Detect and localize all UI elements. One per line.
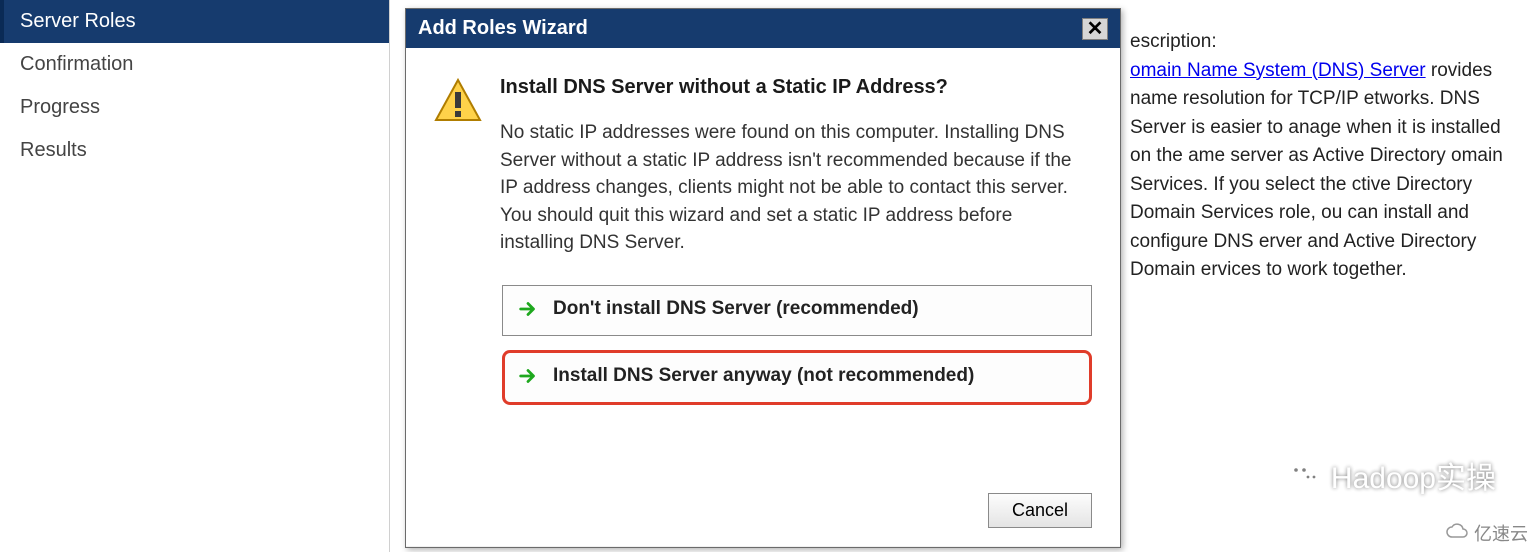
sidebar-item-label: Confirmation (20, 53, 133, 75)
dialog-heading: Install DNS Server without a Static IP A… (500, 76, 1090, 99)
sidebar-item-server-roles[interactable]: Server Roles (0, 0, 389, 43)
choice-dont-install[interactable]: Don't install DNS Server (recommended) (502, 285, 1092, 336)
choice-list: Don't install DNS Server (recommended) I… (502, 285, 1092, 405)
wechat-icon (1287, 457, 1323, 493)
cloud-icon (1446, 523, 1468, 544)
dialog-titlebar[interactable]: Add Roles Wizard ✕ (406, 9, 1120, 48)
close-button[interactable]: ✕ (1082, 18, 1108, 40)
watermark-secondary-text: 亿速云 (1474, 520, 1528, 546)
choice-label: Don't install DNS Server (recommended) (553, 296, 919, 322)
close-icon: ✕ (1087, 16, 1104, 41)
dialog-title-text: Add Roles Wizard (418, 17, 588, 40)
cancel-button[interactable]: Cancel (988, 493, 1092, 528)
add-roles-wizard-dialog: Add Roles Wizard ✕ Install DNS Server wi… (405, 8, 1121, 548)
description-body: rovides name resolution for TCP/IP etwor… (1130, 60, 1503, 281)
choice-label: Install DNS Server anyway (not recommend… (553, 363, 974, 389)
dialog-footer: Cancel (988, 493, 1092, 528)
description-heading: escription: (1130, 28, 1506, 57)
sidebar-item-results[interactable]: Results (0, 129, 389, 172)
arrow-right-icon (517, 363, 539, 392)
watermark-secondary: 亿速云 (1446, 520, 1528, 546)
sidebar-item-label: Results (20, 139, 87, 161)
choice-install-anyway[interactable]: Install DNS Server anyway (not recommend… (502, 350, 1092, 405)
dialog-message: No static IP addresses were found on thi… (500, 119, 1090, 257)
sidebar-item-label: Progress (20, 96, 100, 118)
dns-server-link[interactable]: omain Name System (DNS) Server (1130, 60, 1426, 81)
dialog-body: Install DNS Server without a Static IP A… (406, 48, 1120, 546)
watermark-text: Hadoop实操 (1331, 453, 1496, 497)
sidebar-item-confirmation[interactable]: Confirmation (0, 43, 389, 86)
sidebar-item-label: Server Roles (20, 10, 136, 32)
wizard-sidebar: Server Roles Confirmation Progress Resul… (0, 0, 390, 552)
warning-icon (434, 76, 482, 257)
arrow-right-icon (517, 296, 539, 325)
sidebar-item-progress[interactable]: Progress (0, 86, 389, 129)
watermark-primary: Hadoop实操 (1287, 453, 1496, 497)
